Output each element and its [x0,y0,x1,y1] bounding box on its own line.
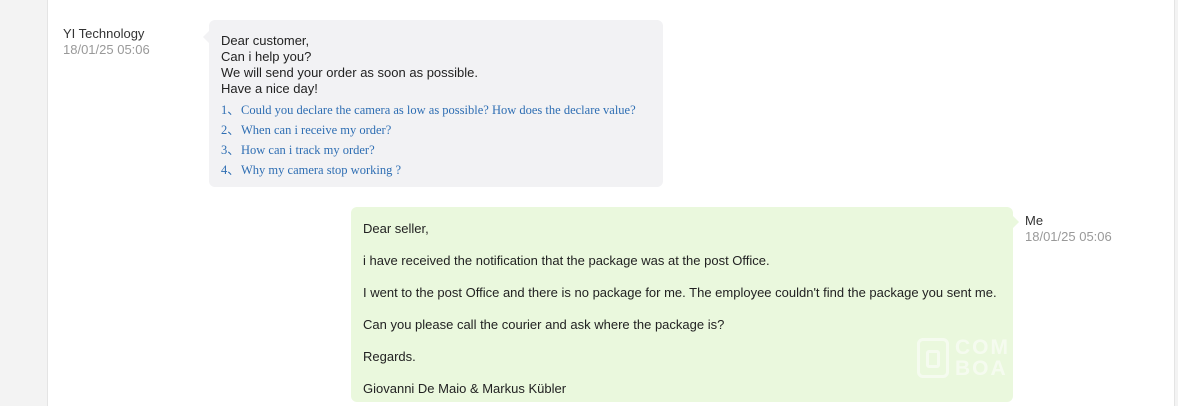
faq-text: How can i track my order? [241,143,375,157]
faq-list: 1、Could you declare the camera as low as… [221,100,651,180]
seller-timestamp: 18/01/25 05:06 [63,42,150,57]
greeting-line: Can i help you? [221,49,312,64]
faq-item-camera-stopped[interactable]: 4、Why my camera stop working ? [221,160,651,180]
buyer-message-bubble: Dear seller, i have received the notific… [351,207,1019,402]
faq-number: 3、 [221,143,240,157]
greeting-line: Dear customer, [221,33,310,48]
buyer-timestamp: 18/01/25 05:06 [1025,229,1112,244]
faq-text: Could you declare the camera as low as p… [241,103,636,117]
seller-meta: YI Technology 18/01/25 05:06 [63,26,150,58]
message-paragraph: Regards. [363,349,416,364]
message-paragraph: I went to the post Office and there is n… [363,285,997,300]
faq-number: 1、 [221,103,240,117]
buyer-meta: Me 18/01/25 05:06 [1025,213,1112,245]
faq-item-track-order[interactable]: 3、How can i track my order? [221,140,651,160]
seller-name: YI Technology [63,26,145,41]
faq-item-receive-order[interactable]: 2、When can i receive my order? [221,120,651,140]
seller-message-bubble: Dear customer, Can i help you? We will s… [203,20,663,187]
faq-number: 4、 [221,163,240,177]
buyer-name: Me [1025,213,1044,228]
message-paragraph: Can you please call the courier and ask … [363,317,725,332]
greeting-line: Have a nice day! [221,81,318,96]
faq-text: Why my camera stop working ? [241,163,402,177]
message-paragraph: Dear seller, [363,221,429,236]
message-paragraph: Giovanni De Maio & Markus Kübler [363,381,567,396]
greeting-line: We will send your order as soon as possi… [221,65,478,80]
message-paragraph: i have received the notification that th… [363,253,770,268]
faq-text: When can i receive my order? [241,123,392,137]
faq-number: 2、 [221,123,240,137]
faq-item-declare-value[interactable]: 1、Could you declare the camera as low as… [221,100,651,120]
